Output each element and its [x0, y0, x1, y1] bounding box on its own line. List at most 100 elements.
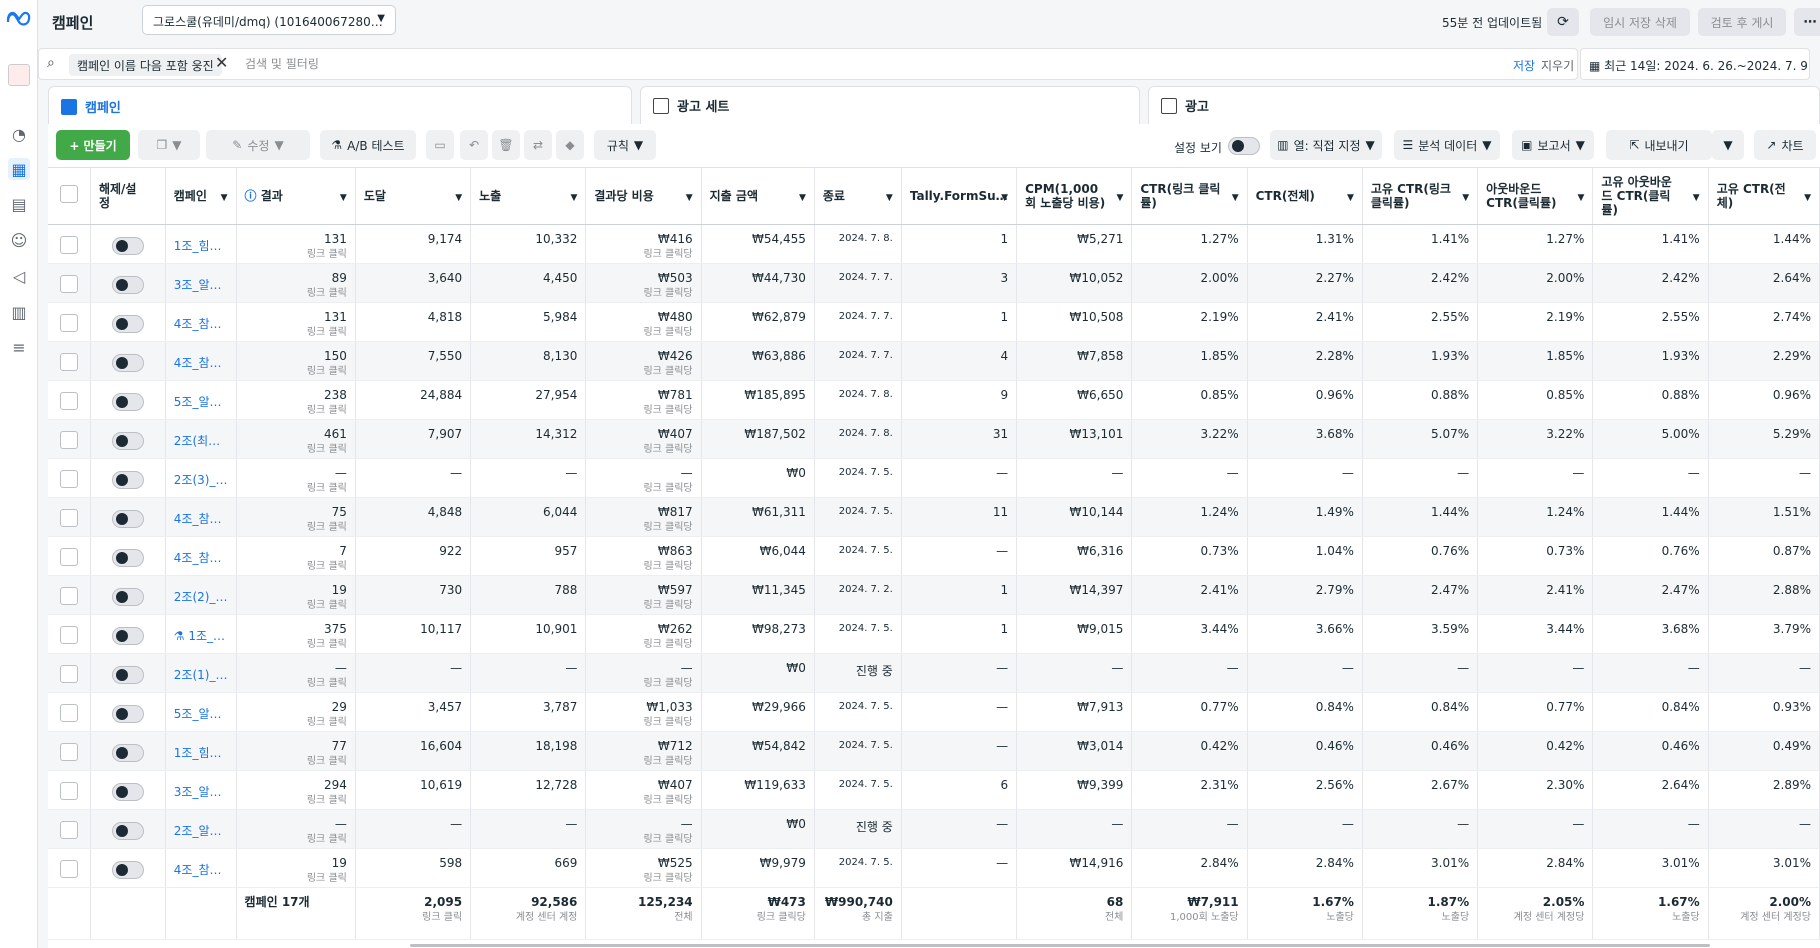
tab-adsets[interactable]: 광고 세트 — [640, 86, 1140, 124]
campaign-toggle[interactable] — [111, 314, 144, 333]
table-row[interactable]: 3조_알람신… 89 링크 클릭 3,640 4,450 ₩503 링크 클릭당 ₩44,73… — [48, 263, 1820, 303]
ab-test-button[interactable]: ⚗ A/B 테스트 — [320, 130, 416, 160]
row-checkbox[interactable] — [59, 274, 78, 293]
toggle-cell[interactable] — [90, 575, 166, 615]
column-header[interactable]: 지출 금액 ▼ — [701, 168, 815, 225]
campaigns-table-icon[interactable]: ▦ — [8, 158, 30, 180]
campaign-toggle[interactable] — [111, 431, 144, 450]
campaign-name-cell[interactable]: 5조_알람신… — [165, 692, 237, 732]
campaign-name-link[interactable]: 3조_알람신… — [174, 276, 228, 293]
toggle-cell[interactable] — [90, 497, 166, 537]
toggle-cell[interactable] — [90, 653, 166, 693]
row-select-cell[interactable] — [48, 536, 91, 576]
table-row[interactable]: 1조_힘뭐써… 131 링크 클릭 9,174 10,332 ₩416 링크 클릭당 ₩54,… — [48, 224, 1820, 264]
campaign-name-cell[interactable]: 4조_참여(… — [165, 497, 237, 537]
table-row[interactable]: 3조_알람신… 294 링크 클릭 10,619 12,728 ₩407 링크 클릭당 ₩11… — [48, 770, 1820, 810]
toggle-cell[interactable] — [90, 692, 166, 732]
column-header[interactable]: 종료 ▼ — [814, 168, 902, 225]
table-row[interactable]: 2조(1)_알… — 링크 클릭 — — — 링크 클릭당 ₩0 진행 중 — — — — — — — — — [48, 653, 1820, 693]
select-all-header[interactable] — [48, 168, 91, 225]
row-select-cell[interactable] — [48, 419, 91, 459]
reports-button[interactable]: ▣ 보고서 ▼ — [1512, 130, 1594, 160]
row-select-cell[interactable] — [48, 731, 91, 771]
table-row[interactable]: 2조(최종)_… 461 링크 클릭 7,907 14,312 ₩407 링크 클릭당 ₩18… — [48, 419, 1820, 459]
campaign-name-link[interactable]: 1조_힘뭐써… — [174, 237, 228, 254]
column-header[interactable]: 해제/설정 — [90, 168, 166, 225]
campaign-toggle[interactable] — [111, 626, 144, 645]
row-checkbox[interactable] — [59, 703, 78, 722]
rules-button[interactable]: 규칙 ▼ — [594, 130, 656, 160]
column-header[interactable]: CTR(전체) ▼ — [1247, 168, 1363, 225]
toggle-cell[interactable] — [90, 380, 166, 420]
campaign-toggle[interactable] — [111, 509, 144, 528]
select-all-checkbox[interactable] — [59, 185, 78, 204]
toggle-cell[interactable] — [90, 848, 166, 888]
campaign-name-link[interactable]: 2조(1)_알… — [174, 666, 228, 683]
tab-campaigns[interactable]: 캠페인 — [48, 86, 632, 126]
column-header[interactable]: 고유 CTR(전체) ▼ — [1708, 168, 1820, 225]
campaign-name-link[interactable]: 1조_힘뭐써… — [174, 744, 228, 761]
row-select-cell[interactable] — [48, 497, 91, 537]
campaign-name-link[interactable]: 5조_알람신… — [174, 393, 228, 410]
row-checkbox[interactable] — [59, 469, 78, 488]
row-select-cell[interactable] — [48, 575, 91, 615]
campaign-toggle[interactable] — [111, 548, 144, 567]
campaign-toggle[interactable] — [111, 392, 144, 411]
campaign-name-cell[interactable]: ⚗ 1조_힘… — [165, 614, 237, 654]
date-range-picker[interactable]: ▦ 최근 14일: 2024. 6. 26.~2024. 7. 9. ▼ — [1580, 48, 1810, 80]
row-checkbox[interactable] — [59, 859, 78, 878]
toggle-cell[interactable] — [90, 536, 166, 576]
campaign-toggle[interactable] — [111, 665, 144, 684]
campaign-toggle[interactable] — [111, 353, 144, 372]
campaign-name-cell[interactable]: 4조_참여(… — [165, 302, 237, 342]
export-dropdown[interactable]: ▼ — [1712, 130, 1744, 160]
row-select-cell[interactable] — [48, 653, 91, 693]
campaign-name-cell[interactable]: 4조_참여(… — [165, 848, 237, 888]
toggle-cell[interactable] — [90, 731, 166, 771]
campaign-name-cell[interactable]: 3조_알람신… — [165, 263, 237, 303]
undo-icon[interactable]: ↶ — [460, 130, 488, 160]
campaign-name-link[interactable]: 2조_알람신… — [174, 822, 228, 839]
row-checkbox[interactable] — [59, 313, 78, 332]
save-filter-link[interactable]: 저장 — [1513, 57, 1535, 74]
campaign-toggle[interactable] — [111, 821, 144, 840]
clipboard-icon[interactable]: ▭ — [426, 130, 454, 160]
campaign-toggle[interactable] — [111, 743, 144, 762]
row-select-cell[interactable] — [48, 692, 91, 732]
campaign-name-cell[interactable]: 4조_참여(… — [165, 536, 237, 576]
campaign-name-link[interactable]: 5조_알람신… — [174, 705, 228, 722]
duplicate-button[interactable]: ❐ ▼ — [138, 130, 200, 160]
menu-icon[interactable]: ≡ — [8, 336, 30, 358]
table-row[interactable]: 4조_참여(… 7 링크 클릭 922 957 ₩863 링크 클릭당 ₩6,044 2024.… — [48, 536, 1820, 576]
refresh-button[interactable]: ⟳ — [1547, 8, 1579, 36]
toggle-cell[interactable] — [90, 263, 166, 303]
row-select-cell[interactable] — [48, 302, 91, 342]
discard-draft-button[interactable]: 임시 저장 삭제 — [1590, 8, 1690, 36]
toggle-cell[interactable] — [90, 614, 166, 654]
toggle-cell[interactable] — [90, 809, 166, 849]
campaign-name-link[interactable]: ⚗ 1조_힘… — [174, 627, 228, 644]
megaphone-icon[interactable]: ◁ — [8, 265, 30, 287]
row-checkbox[interactable] — [59, 625, 78, 644]
campaign-name-link[interactable]: 4조_참여(… — [174, 354, 228, 371]
column-header[interactable]: 도달 ▼ — [355, 168, 472, 225]
table-row[interactable]: 4조_참여(… 19 링크 클릭 598 669 ₩525 링크 클릭당 ₩9,979 2024… — [48, 848, 1820, 888]
row-select-cell[interactable] — [48, 770, 91, 810]
tag-icon[interactable]: ◆ — [556, 130, 584, 160]
table-row[interactable]: 4조_참여(… 75 링크 클릭 4,848 6,044 ₩817 링크 클릭당 ₩61,31… — [48, 497, 1820, 537]
campaign-name-cell[interactable]: 5조_알람신… — [165, 380, 237, 420]
campaign-name-link[interactable]: 4조_참여(… — [174, 861, 228, 878]
table-row[interactable]: 2조(2)_알… 19 링크 클릭 730 788 ₩597 링크 클릭당 ₩11,345 20… — [48, 575, 1820, 615]
column-header[interactable]: 고유 아웃바운드 CTR(클릭률) ▼ — [1592, 168, 1709, 225]
campaign-toggle[interactable] — [111, 275, 144, 294]
campaign-name-cell[interactable]: 1조_힘뭐써… — [165, 731, 237, 771]
pages-icon[interactable]: ▤ — [8, 193, 30, 215]
edit-button[interactable]: ✎ 수정 ▼ — [206, 130, 310, 160]
campaign-toggle[interactable] — [111, 587, 144, 606]
audience-icon[interactable]: ☺ — [8, 229, 30, 251]
dashboard-icon[interactable]: ◔ — [8, 123, 30, 145]
row-select-cell[interactable] — [48, 224, 91, 264]
table-row[interactable]: 2조(3)_알…—링크 클릭———링크 클릭당₩02024. 7. 5.————… — [48, 458, 1820, 498]
campaign-name-link[interactable]: 2조(3)_알… — [174, 471, 228, 488]
row-select-cell[interactable] — [48, 614, 91, 654]
